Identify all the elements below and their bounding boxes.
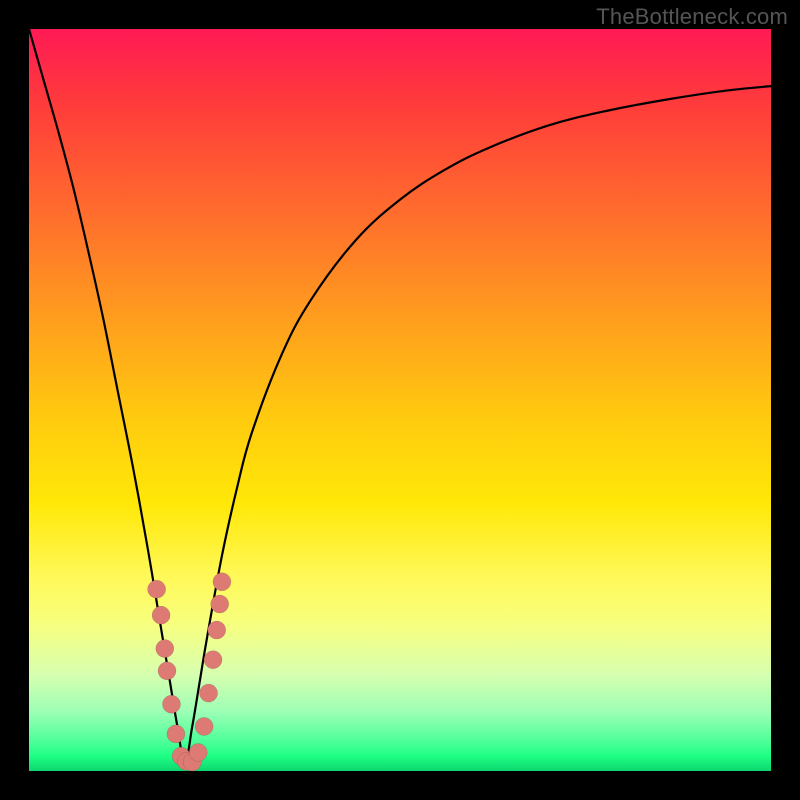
curve-marker (148, 580, 166, 598)
curve-layer (29, 29, 771, 771)
watermark-text: TheBottleneck.com (596, 4, 788, 30)
curve-marker (167, 725, 185, 743)
curve-marker (204, 651, 222, 669)
curve-marker (200, 684, 218, 702)
plot-area (29, 29, 771, 771)
curve-marker (195, 717, 213, 735)
curve-marker (152, 606, 170, 624)
curve-marker (156, 640, 174, 658)
curve-marker (158, 662, 176, 680)
curve-marker (208, 621, 226, 639)
curve-marker (213, 573, 231, 591)
curve-marker (189, 743, 207, 761)
bottleneck-curve (29, 29, 771, 764)
curve-marker (162, 695, 180, 713)
chart-frame: TheBottleneck.com (0, 0, 800, 800)
curve-marker (211, 595, 229, 613)
